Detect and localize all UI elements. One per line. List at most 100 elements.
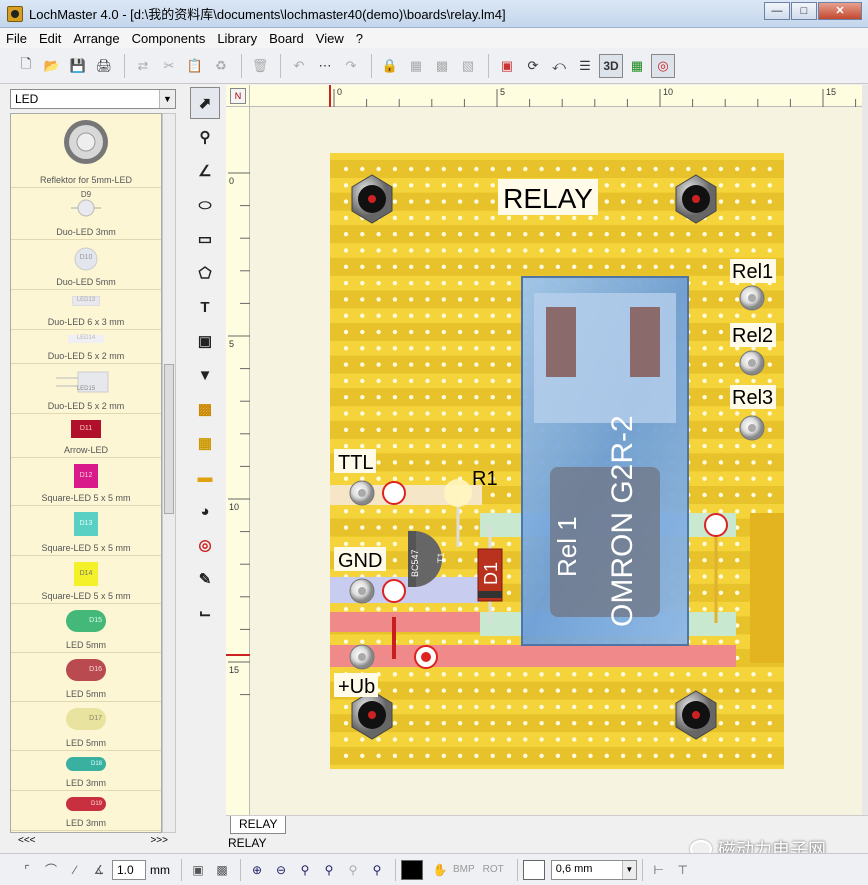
wire-bridge-icon[interactable]: ▣ (190, 325, 220, 357)
layer-front-icon[interactable]: ▣ (187, 859, 209, 881)
list-item[interactable]: D11 Arrow-LED (11, 414, 161, 458)
polyline-icon[interactable]: ∠ (190, 155, 220, 187)
send-back-icon[interactable]: ▧ (456, 54, 480, 78)
list-item[interactable]: D10 Duo-LED 5mm (11, 240, 161, 290)
solder-pad[interactable] (704, 513, 728, 537)
align-left-icon[interactable]: ⊢ (648, 859, 670, 881)
zoom-icon[interactable]: ⚲ (190, 121, 220, 153)
zoom-in-icon[interactable]: ⊕ (246, 859, 268, 881)
list-item[interactable]: D12 Square-LED 5 x 5 mm (11, 458, 161, 506)
text-icon[interactable]: T (190, 291, 220, 323)
library-category-select[interactable]: LED ▼ (10, 89, 176, 109)
open-folder-icon[interactable]: 📂 (40, 54, 64, 78)
stripboard[interactable]: RELAY Rel 1 OMRON G2R-2 T1 BC547 R1 D1 T… (250, 107, 862, 815)
list-item[interactable]: D19 LED 3mm (11, 791, 161, 831)
cut-track-icon[interactable]: ⤺ (547, 54, 571, 78)
menu-arrange[interactable]: Arrange (67, 31, 125, 46)
track-icon[interactable]: ▬ (190, 461, 220, 493)
new-file-icon[interactable]: 🗋 (14, 54, 38, 78)
grid-view-icon[interactable]: ▦ (625, 54, 649, 78)
list-item[interactable]: D17 LED 5mm (11, 702, 161, 751)
hand-icon[interactable]: ✋ (429, 859, 451, 881)
maximize-button[interactable]: □ (791, 2, 817, 20)
curve-icon[interactable]: ⌒ (40, 859, 62, 881)
menu-help[interactable]: ? (350, 31, 369, 46)
redo-icon[interactable]: ↷ (339, 54, 363, 78)
ellipse-icon[interactable]: ⬭ (190, 189, 220, 221)
minimize-button[interactable]: — (764, 2, 790, 20)
pen-icon[interactable]: ✎ (190, 563, 220, 595)
align-icon[interactable]: ☰ (573, 54, 597, 78)
paste-icon[interactable]: 📋 (183, 54, 207, 78)
rot-button[interactable]: ROT (483, 864, 504, 875)
rotate-icon[interactable]: ⟳ (521, 54, 545, 78)
list-item[interactable]: D18 LED 3mm (11, 751, 161, 791)
close-button[interactable]: ✕ (818, 2, 862, 20)
menu-library[interactable]: Library (211, 31, 263, 46)
bring-front-icon[interactable]: ▩ (430, 54, 454, 78)
pad-icon[interactable]: ◎ (190, 529, 220, 561)
grid-size-input[interactable]: 1.0 (112, 859, 146, 880)
zoom-out-icon[interactable]: ⊖ (270, 859, 292, 881)
menu-board[interactable]: Board (263, 31, 310, 46)
zoom-fit-icon[interactable]: ⚲ (294, 859, 316, 881)
scrollbar-thumb[interactable] (164, 364, 174, 514)
list-item[interactable]: D9 Duo-LED 3mm (11, 188, 161, 240)
origin-icon[interactable]: ⌙ (190, 597, 220, 629)
line-style-icon[interactable]: ⌜ (16, 859, 38, 881)
fill-color-swatch[interactable] (401, 859, 423, 880)
line-width-select[interactable]: 0,6 mm ▼ (550, 859, 637, 880)
menu-view[interactable]: View (310, 31, 350, 46)
group-icon[interactable]: ▦ (404, 54, 428, 78)
line-color-swatch[interactable] (522, 859, 545, 880)
list-item[interactable]: D13 Square-LED 5 x 5 mm (11, 506, 161, 556)
solder-pad[interactable] (382, 481, 406, 505)
list-item[interactable]: Reflektor for 5mm-LED (11, 114, 161, 188)
undo-icon[interactable]: ↶ (287, 54, 311, 78)
menu-components[interactable]: Components (126, 31, 212, 46)
library-next-button[interactable]: >>> (150, 835, 168, 851)
print-icon[interactable]: 🖨 (92, 54, 116, 78)
strip-cut-icon[interactable]: ▦ (190, 427, 220, 459)
workspace[interactable]: RELAY Rel 1 OMRON G2R-2 T1 BC547 R1 D1 T… (250, 107, 862, 815)
zoom-prev-icon[interactable]: ⚲ (342, 859, 364, 881)
list-item[interactable]: D16 LED 5mm (11, 653, 161, 702)
chevron-down-icon[interactable]: ▼ (159, 90, 175, 108)
relay-component[interactable]: Rel 1 OMRON G2R-2 (521, 276, 689, 646)
copy-icon[interactable]: ♻ (209, 54, 233, 78)
canvas-vertical-scrollbar[interactable] (862, 85, 868, 815)
list-item[interactable]: LED15 Duo-LED 5 x 2 mm (11, 364, 161, 414)
bmp-button[interactable]: BMP (453, 864, 475, 875)
align-center-icon[interactable]: ⊤ (672, 859, 694, 881)
select-arrow-icon[interactable]: ⬈ (190, 87, 220, 119)
list-item[interactable]: LED14 Duo-LED 5 x 2 mm (11, 330, 161, 364)
target-icon[interactable]: ◎ (651, 53, 675, 78)
lock-icon[interactable]: 🔒 (378, 54, 402, 78)
list-item[interactable]: D14 Square-LED 5 x 5 mm (11, 556, 161, 604)
angle-icon[interactable]: ∡ (88, 859, 110, 881)
delete-icon[interactable]: 🗑 (248, 54, 272, 78)
north-button[interactable]: N (230, 88, 246, 104)
menu-file[interactable]: File (0, 31, 33, 46)
mirror-icon[interactable]: ⇄ (131, 54, 155, 78)
menu-edit[interactable]: Edit (33, 31, 67, 46)
dots-icon[interactable]: ⋯ (313, 54, 337, 78)
tab-relay[interactable]: RELAY (230, 816, 287, 834)
library-scrollbar[interactable] (162, 113, 176, 833)
colors-icon[interactable]: ▣ (495, 54, 519, 78)
diagonal-icon[interactable]: ∕ (64, 859, 86, 881)
layer-back-icon[interactable]: ▩ (211, 859, 233, 881)
solder-pad[interactable] (382, 579, 406, 603)
rectangle-icon[interactable]: ▭ (190, 223, 220, 255)
solder-icon[interactable]: ▼ (190, 359, 220, 391)
chevron-down-icon[interactable]: ▼ (621, 860, 636, 879)
measure-icon[interactable]: ◕ (190, 495, 220, 527)
component-icon[interactable]: ▩ (190, 393, 220, 425)
view-3d-button[interactable]: 3D (599, 53, 623, 78)
save-icon[interactable]: 💾 (66, 54, 90, 78)
list-item[interactable]: D15 LED 5mm (11, 604, 161, 653)
polygon-icon[interactable]: ⬠ (190, 257, 220, 289)
zoom-board-icon[interactable]: ⚲ (318, 859, 340, 881)
cut-icon[interactable]: ✂ (157, 54, 181, 78)
library-prev-button[interactable]: <<< (18, 835, 36, 851)
